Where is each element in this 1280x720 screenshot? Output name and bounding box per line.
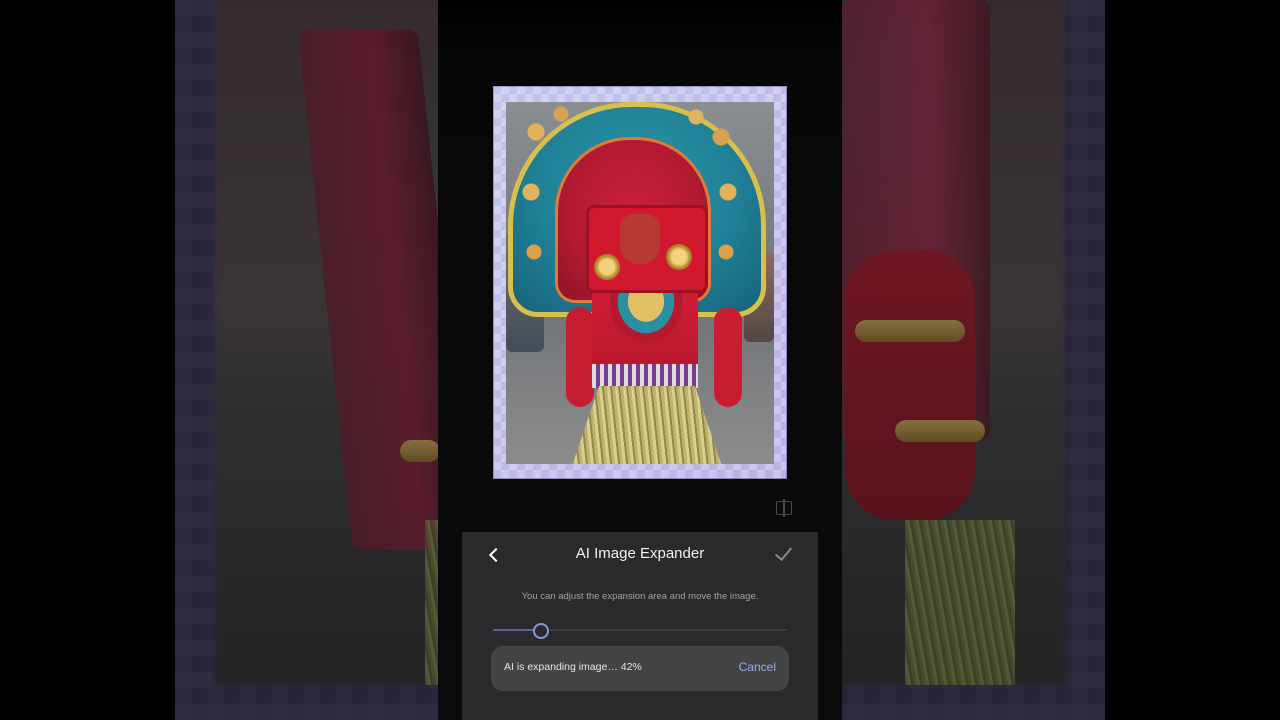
photo-arm-right — [714, 307, 742, 407]
checkmark-icon[interactable] — [772, 542, 798, 566]
photo-ornament — [666, 244, 692, 270]
expander-panel: AI Image Expander You can adjust the exp… — [462, 532, 818, 720]
photo-face — [620, 214, 660, 264]
photo-belt — [592, 364, 698, 388]
photo-grass-skirt — [572, 386, 722, 464]
phone-screen: AI Image Expander You can adjust the exp… — [438, 0, 842, 720]
expansion-canvas[interactable] — [493, 86, 787, 479]
compare-icon[interactable] — [776, 499, 792, 517]
panel-title: AI Image Expander — [575, 545, 705, 562]
cancel-button[interactable]: Cancel — [739, 660, 776, 674]
progress-status: AI is expanding image… 42% Cancel — [491, 646, 789, 691]
editor-screen: AI Image Expander You can adjust the exp… — [438, 0, 842, 720]
photo-arm-left — [566, 307, 594, 407]
photo-ornament — [594, 254, 620, 280]
slider-thumb[interactable] — [533, 623, 550, 639]
source-photo[interactable] — [506, 102, 774, 464]
instruction-text: You can adjust the expansion area and mo… — [521, 591, 759, 602]
progress-text: AI is expanding image… 42% — [504, 661, 642, 673]
expansion-slider[interactable] — [493, 623, 787, 639]
panel-header: AI Image Expander — [462, 532, 818, 576]
